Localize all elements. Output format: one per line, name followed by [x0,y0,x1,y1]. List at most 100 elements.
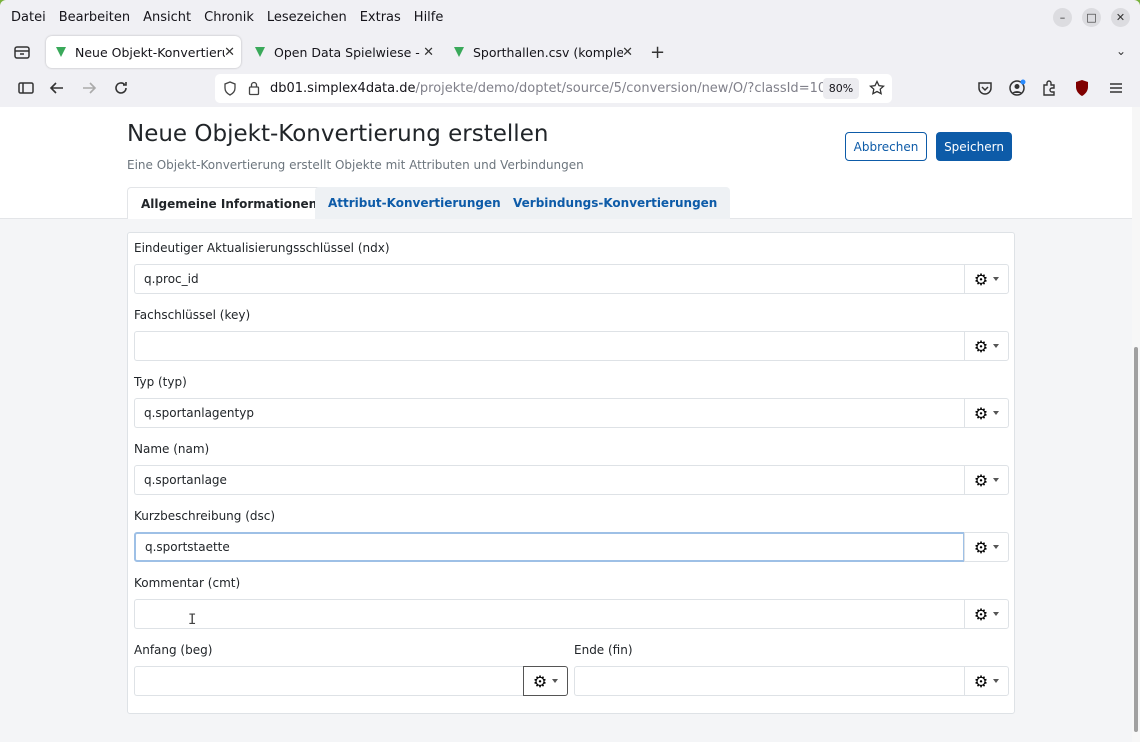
caret-down-icon [993,679,1000,683]
gear-icon: ⚙ [973,403,989,423]
tab-bar: Neue Objekt-Konvertierung ✕ Open Data Sp… [0,34,1140,70]
typ-input[interactable] [134,398,964,428]
caret-down-icon [993,277,1000,281]
typ-field: ⚙ [134,398,1009,428]
scrollbar-thumb[interactable] [1134,347,1138,732]
save-button[interactable]: Speichern [936,132,1012,161]
tab-close-icon[interactable]: ✕ [224,45,235,60]
browser-tab-active[interactable]: Neue Objekt-Konvertierung ✕ [46,36,241,68]
url-host: db01.simplex4data.de [270,81,416,96]
maximize-icon[interactable]: □ [1082,8,1101,27]
browser-tab[interactable]: Open Data Spielwiese - Q ✕ [245,36,440,68]
account-icon[interactable] [1008,79,1026,97]
tab-close-icon[interactable]: ✕ [423,45,434,60]
menu-datei[interactable]: Datei [11,10,46,25]
shield-icon[interactable] [223,81,237,96]
hamburger-menu-icon[interactable] [1107,79,1125,97]
tab-list-icon[interactable] [13,43,31,61]
cancel-button[interactable]: Abbrechen [845,132,927,161]
caret-down-icon [993,411,1000,415]
gear-icon: ⚙ [973,537,989,557]
dsc-input[interactable] [134,532,965,562]
ndx-options-button[interactable]: ⚙ [964,264,1009,294]
reload-icon[interactable] [112,79,130,97]
favicon-icon [56,47,66,57]
ndx-field: ⚙ [134,264,1009,294]
beg-input[interactable] [134,666,523,696]
dsc-options-button[interactable]: ⚙ [964,532,1009,562]
nav-bar: db01.simplex4data.de/projekte/demo/dopte… [0,70,1140,107]
menu-hilfe[interactable]: Hilfe [414,10,444,25]
gear-icon: ⚙ [973,470,989,490]
caret-down-icon [552,679,559,683]
url-text[interactable]: db01.simplex4data.de/projekte/demo/dopte… [270,81,834,96]
key-options-button[interactable]: ⚙ [964,331,1009,361]
ublock-icon[interactable] [1073,79,1091,97]
caret-down-icon [993,344,1000,348]
ndx-input[interactable] [134,264,964,294]
cmt-options-button[interactable]: ⚙ [964,599,1009,629]
favicon-icon [454,47,464,57]
tab-close-icon[interactable]: ✕ [622,45,633,60]
beg-field: ⚙ [134,666,568,696]
nam-input[interactable] [134,465,964,495]
page-title: Neue Objekt-Konvertierung erstellen [127,121,549,147]
fin-field: ⚙ [574,666,1009,696]
page-scrollbar[interactable] [1132,107,1140,742]
forward-icon[interactable] [80,79,98,97]
pocket-icon[interactable] [976,79,994,97]
caret-down-icon [993,545,1000,549]
url-bar[interactable]: db01.simplex4data.de/projekte/demo/dopte… [215,74,892,103]
sidebar-icon[interactable] [17,79,35,97]
chevron-down-icon[interactable]: ⌄ [1116,44,1126,58]
lock-icon[interactable] [248,81,260,96]
beg-options-button[interactable]: ⚙ [523,666,568,696]
new-tab-icon[interactable]: + [650,42,665,63]
menu-lesezeichen[interactable]: Lesezeichen [267,10,347,25]
fin-label: Ende (fin) [574,643,633,657]
page-content: Neue Objekt-Konvertierung erstellen Eine… [0,107,1132,742]
zoom-indicator[interactable]: 80% [823,78,859,99]
cmt-field: ⚙ [134,599,1009,629]
dsc-field: ⚙ [134,532,1009,562]
typ-options-button[interactable]: ⚙ [964,398,1009,428]
key-field: ⚙ [134,331,1009,361]
caret-down-icon [993,612,1000,616]
menu-extras[interactable]: Extras [360,10,401,25]
cmt-input[interactable] [134,599,964,629]
tab-connection-conversions[interactable]: Verbindungs-Konvertierungen [500,187,731,219]
tab-title: Sporthallen.csv (komplett [473,44,623,60]
url-path: /projekte/demo/doptet/source/5/conversio… [415,81,835,96]
menu-bar: Datei Bearbeiten Ansicht Chronik Lesezei… [0,0,1140,34]
gear-icon: ⚙ [973,336,989,356]
tab-title: Neue Objekt-Konvertierung [75,44,225,60]
ndx-label: Eindeutiger Aktualisierungsschlüssel (nd… [134,241,390,255]
close-icon[interactable]: ✕ [1111,8,1130,27]
text-cursor-icon: I [188,612,197,628]
window-controls: – □ ✕ [1053,8,1130,27]
caret-down-icon [993,478,1000,482]
fin-input[interactable] [574,666,964,696]
tab-attribute-conversions[interactable]: Attribut-Konvertierungen [315,187,514,219]
minimize-icon[interactable]: – [1053,8,1072,27]
menu-bearbeiten[interactable]: Bearbeiten [59,10,130,25]
favicon-icon [255,47,265,57]
menu-ansicht[interactable]: Ansicht [143,10,191,25]
nam-options-button[interactable]: ⚙ [964,465,1009,495]
nam-field: ⚙ [134,465,1009,495]
gear-icon: ⚙ [973,671,989,691]
menu-chronik[interactable]: Chronik [204,10,254,25]
extensions-icon[interactable] [1040,79,1058,97]
key-label: Fachschlüssel (key) [134,308,251,322]
form-card: Eindeutiger Aktualisierungsschlüssel (nd… [127,232,1015,714]
nam-label: Name (nam) [134,442,210,456]
key-input[interactable] [134,331,964,361]
beg-label: Anfang (beg) [134,643,213,657]
browser-tab[interactable]: Sporthallen.csv (komplett ✕ [444,36,639,68]
fin-options-button[interactable]: ⚙ [964,666,1009,696]
back-icon[interactable] [48,79,66,97]
bookmark-star-icon[interactable] [869,80,885,96]
gear-icon: ⚙ [973,269,989,289]
tab-general-info[interactable]: Allgemeine Informationen [127,187,332,219]
gear-icon: ⚙ [532,671,548,691]
